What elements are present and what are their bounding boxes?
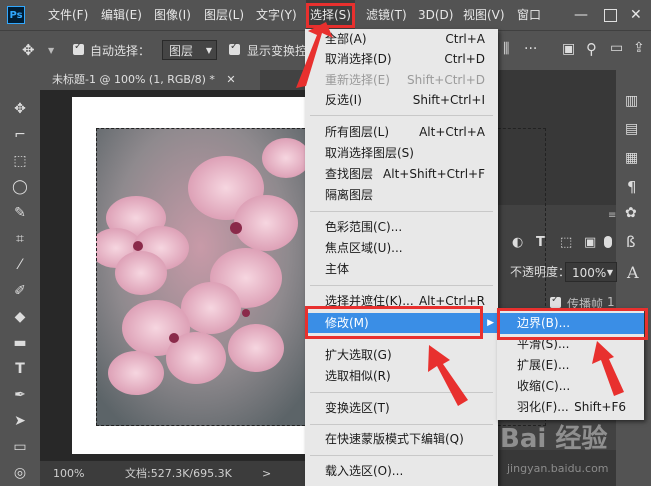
watermark-logo: Bai 经验 xyxy=(500,424,608,454)
annotation-arrows xyxy=(296,22,624,406)
annotation-arrow-to-modify xyxy=(428,345,468,406)
watermark-url: jingyan.baidu.com xyxy=(507,462,609,475)
annotation-arrow-to-border xyxy=(592,341,624,396)
annotation-arrow-to-select-menu xyxy=(296,22,333,88)
